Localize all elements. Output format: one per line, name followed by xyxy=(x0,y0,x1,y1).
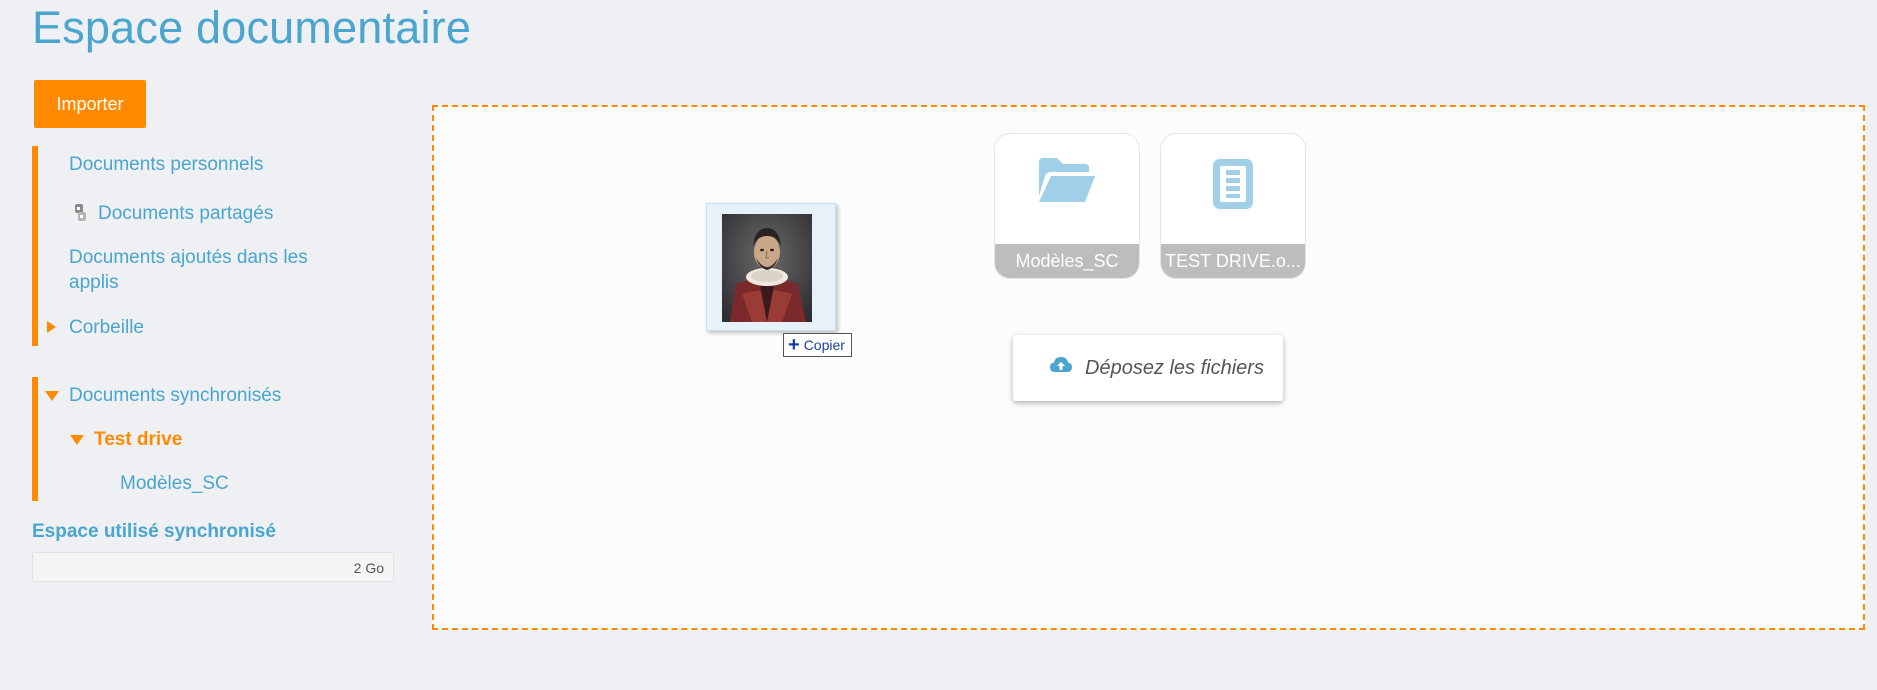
sidebar-item-label: Documents synchronisés xyxy=(69,385,282,406)
usage-label: Espace utilisé synchronisé xyxy=(32,521,276,542)
drop-hint-label: Déposez les fichiers xyxy=(1085,356,1264,379)
share-icon xyxy=(72,203,88,225)
sidebar-item-modeles-sc[interactable]: Modèles_SC xyxy=(120,471,229,496)
page-title: Espace documentaire xyxy=(32,2,472,53)
drop-hint: Déposez les fichiers xyxy=(1013,335,1283,401)
sidebar-group-sync: Documents synchronisés Test drive Modèle… xyxy=(32,377,392,501)
sidebar-group-documents: Documents personnels Documents partagés … xyxy=(32,146,392,346)
sidebar-item-label: Corbeille xyxy=(69,317,144,338)
sidebar-item-label: Documents partagés xyxy=(98,203,274,224)
copy-hint: + Copier xyxy=(783,333,852,357)
folder-tile[interactable]: Modèles_SC xyxy=(994,133,1140,279)
sidebar-item-documents-personnels[interactable]: Documents personnels xyxy=(69,152,263,177)
cloud-upload-icon xyxy=(1049,356,1073,380)
import-button[interactable]: Importer xyxy=(34,80,146,128)
drag-preview[interactable] xyxy=(706,203,836,331)
sidebar-item-documents-applis[interactable]: Documents ajoutés dans les applis xyxy=(69,245,359,295)
tile-label: Modèles_SC xyxy=(995,244,1139,278)
sidebar-item-label: Test drive xyxy=(94,429,183,450)
sidebar-item-corbeille[interactable]: Corbeille xyxy=(47,315,144,340)
tile-label: TEST DRIVE.o... xyxy=(1161,244,1305,278)
plus-icon: + xyxy=(788,334,800,356)
document-tile[interactable]: TEST DRIVE.o... xyxy=(1160,133,1306,279)
sidebar-item-label: Documents personnels xyxy=(69,154,264,175)
sidebar-item-label: Modèles_SC xyxy=(120,473,229,494)
usage-capacity: 2 Go xyxy=(353,560,384,576)
sidebar-item-documents-synchronises[interactable]: Documents synchronisés xyxy=(45,383,282,408)
sidebar-item-test-drive[interactable]: Test drive xyxy=(70,427,183,452)
sidebar-item-label: Documents ajoutés dans les applis xyxy=(69,247,308,293)
portrait-image xyxy=(722,214,812,322)
caret-down-icon[interactable] xyxy=(70,435,84,445)
document-icon xyxy=(1212,158,1254,215)
caret-down-icon[interactable] xyxy=(45,391,59,401)
usage-bar: 2 Go xyxy=(32,552,394,582)
copy-label: Copier xyxy=(803,337,845,353)
caret-right-icon[interactable] xyxy=(47,321,56,333)
drop-zone[interactable]: Modèles_SC TEST DRIVE.o... + Copier Dépo… xyxy=(432,105,1865,630)
folder-open-icon xyxy=(1037,156,1097,211)
sidebar-item-documents-partages[interactable]: Documents partagés xyxy=(72,201,273,226)
